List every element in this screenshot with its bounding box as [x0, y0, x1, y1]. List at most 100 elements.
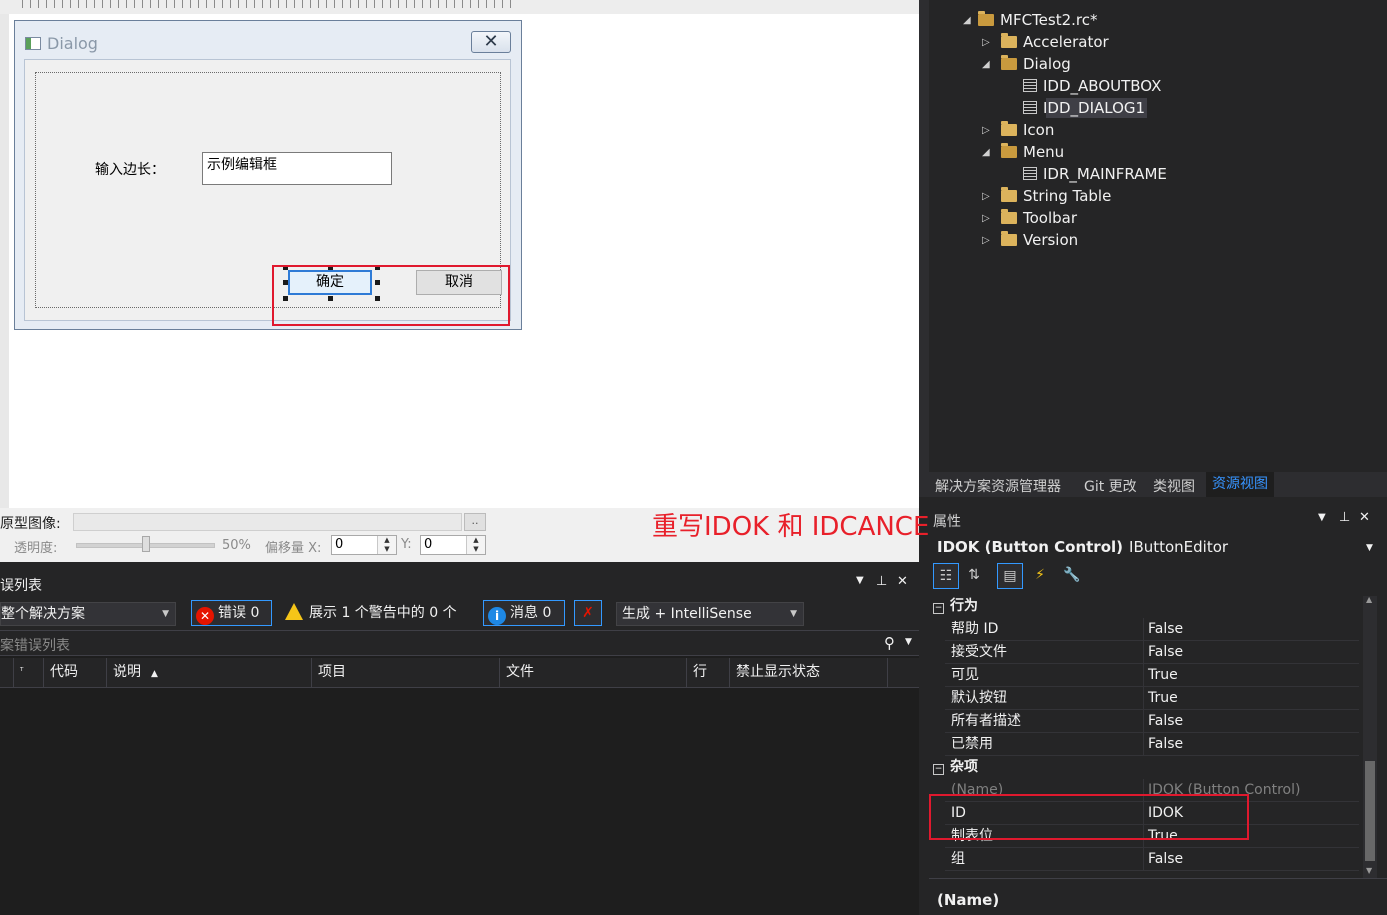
build-intellisense-dropdown[interactable]: 生成 + IntelliSense ▼ [616, 602, 804, 626]
close-icon[interactable]: ✕ [897, 574, 908, 589]
column-file[interactable]: 文件 [500, 658, 687, 687]
static-text-label[interactable]: 输入边长： [95, 159, 165, 179]
browse-button[interactable]: .. [464, 513, 486, 531]
ruler-tick [430, 0, 431, 8]
ruler-tick [422, 0, 423, 8]
tab-class-view[interactable]: 类视图 [1153, 476, 1195, 496]
collapse-icon[interactable]: − [933, 603, 944, 614]
ruler-tick [38, 0, 39, 8]
scroll-up-icon[interactable]: ▲ [1366, 595, 1372, 604]
tree-item-version[interactable]: Version [1001, 229, 1078, 251]
column-project[interactable]: 项目 [312, 658, 500, 687]
opacity-slider-thumb[interactable] [142, 536, 150, 552]
expander-open-icon[interactable]: ◢ [982, 147, 990, 158]
ruler-tick [214, 0, 215, 8]
ruler-tick [142, 0, 143, 8]
ruler-tick [454, 0, 455, 8]
spin-arrows-icon[interactable]: ▲ ▼ [466, 536, 485, 554]
expander-closed-icon[interactable]: ▷ [982, 37, 990, 48]
search-icon[interactable]: ⚲ [884, 634, 895, 652]
expander-closed-icon[interactable]: ▷ [982, 213, 990, 224]
messages-filter-button[interactable]: i 消息 0 [483, 600, 565, 626]
property-pages-icon[interactable]: 🔧 [1059, 563, 1085, 589]
expander-closed-icon[interactable]: ▷ [982, 191, 990, 202]
tree-item-icon[interactable]: Icon [1001, 119, 1054, 141]
build-filter-toggle-icon[interactable]: ✗ [574, 600, 602, 626]
collapse-icon[interactable]: − [933, 764, 944, 775]
property-row[interactable]: 接受文件 False [945, 641, 1359, 664]
property-row[interactable]: 所有者描述 False [945, 710, 1359, 733]
tree-item-dialog[interactable]: Dialog [1001, 53, 1071, 75]
ruler-tick [510, 0, 511, 8]
property-row[interactable]: 可见 True [945, 664, 1359, 687]
alphabetical-view-icon[interactable]: ⇅ [961, 563, 987, 589]
ruler-tick [486, 0, 487, 8]
dialog-resource-icon [1023, 79, 1037, 92]
property-row[interactable]: 默认按钮 True [945, 687, 1359, 710]
category-behavior[interactable]: − 行为 [929, 595, 1359, 617]
spin-arrows-icon[interactable]: ▲ ▼ [377, 536, 396, 554]
tree-item-idr-mainframe[interactable]: IDR_MAINFRAME [1023, 163, 1167, 185]
dropdown-icon[interactable]: ▼ [856, 575, 864, 586]
tab-solution-explorer[interactable]: 解决方案资源管理器 [935, 476, 1061, 496]
opacity-label: 透明度: [14, 541, 58, 556]
chevron-down-icon[interactable]: ▼ [905, 637, 912, 647]
property-object-selector[interactable]: IDOK (Button Control) IButtonEditor [937, 538, 1228, 556]
ruler-tick [102, 0, 103, 8]
tree-item-menu[interactable]: Menu [1001, 141, 1064, 163]
offset-y-spinner[interactable]: 0 ▲ ▼ [420, 535, 486, 555]
column-suppression-state[interactable]: 禁止显示状态 [730, 658, 888, 687]
error-list-search[interactable]: 案错误列表 ⚲ ▼ [0, 630, 919, 656]
pin-icon[interactable]: ⊥ [876, 574, 887, 589]
category-misc[interactable]: − 杂项 [929, 756, 1359, 778]
tree-item-toolbar[interactable]: Toolbar [1001, 207, 1077, 229]
ruler-tick [230, 0, 231, 8]
ruler-tick [86, 0, 87, 8]
edit-control[interactable]: 示例编辑框 [202, 152, 392, 185]
categorized-view-icon[interactable]: ☷ [933, 563, 959, 589]
expander-closed-icon[interactable]: ▷ [982, 125, 990, 136]
control-events-icon[interactable]: ⚡ [1027, 563, 1053, 589]
property-row[interactable]: 已禁用 False [945, 733, 1359, 756]
tree-item-string-table[interactable]: String Table [1001, 185, 1111, 207]
tree-item-root[interactable]: MFCTest2.rc* [978, 9, 1097, 31]
errors-filter-button[interactable]: ✕ 错误 0 [191, 600, 272, 626]
close-icon[interactable]: ✕ [1359, 510, 1370, 525]
tree-item-idd-aboutbox[interactable]: IDD_ABOUTBOX [1023, 75, 1161, 97]
ruler-tick [78, 0, 79, 8]
tree-item-idd-dialog1[interactable]: IDD_DIALOG1 [1023, 97, 1145, 119]
pin-icon[interactable]: ⊥ [1339, 510, 1350, 525]
tab-git-changes[interactable]: Git 更改 [1084, 476, 1137, 496]
property-row[interactable]: 帮助 ID False [945, 618, 1359, 641]
folder-icon [1001, 231, 1017, 246]
offset-x-spinner[interactable]: 0 ▲ ▼ [331, 535, 397, 555]
dialog-close-icon[interactable]: ✕ [471, 31, 511, 53]
chevron-down-icon: ▼ [162, 609, 169, 619]
ruler-tick [390, 0, 391, 8]
property-row[interactable]: 组 False [945, 848, 1359, 871]
ruler-tick [494, 0, 495, 8]
dropdown-icon[interactable]: ▼ [1318, 512, 1326, 523]
dialog-designer-canvas[interactable]: Dialog ✕ 输入边长： 示例编辑框 确定 取消 [0, 0, 919, 508]
chevron-down-icon[interactable]: ▼ [1366, 543, 1373, 553]
ruler-tick [118, 0, 119, 8]
column-code[interactable]: 代码 [44, 658, 107, 687]
tab-resource-view[interactable]: 资源视图 [1206, 472, 1274, 497]
expander-open-icon[interactable]: ◢ [963, 15, 971, 26]
tree-item-accelerator[interactable]: Accelerator [1001, 31, 1109, 53]
column-filter-icon[interactable]: ᵀ [14, 658, 44, 687]
scope-dropdown[interactable]: 整个解决方案 ▼ [0, 602, 176, 626]
scrollbar-thumb[interactable] [1365, 761, 1375, 861]
expander-closed-icon[interactable]: ▷ [982, 235, 990, 246]
properties-title: 属性 [933, 514, 961, 530]
warning-icon [285, 603, 303, 620]
expander-open-icon[interactable]: ◢ [982, 59, 990, 70]
properties-view-icon[interactable]: ▤ [997, 563, 1023, 589]
ruler-tick [54, 0, 55, 8]
scroll-down-icon[interactable]: ▼ [1366, 866, 1372, 875]
warnings-filter-button[interactable]: 展示 1 个警告中的 0 个 [280, 600, 476, 626]
prototype-image-path[interactable] [73, 513, 462, 531]
column-line[interactable]: 行 [687, 658, 730, 687]
column-description[interactable]: 说明 ▲ [107, 658, 312, 687]
ruler-tick [262, 0, 263, 8]
